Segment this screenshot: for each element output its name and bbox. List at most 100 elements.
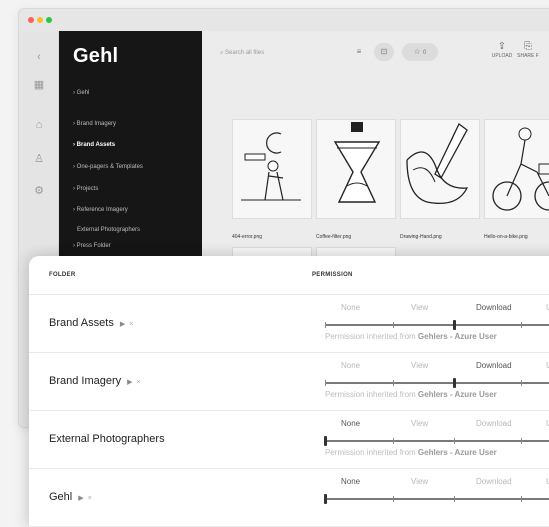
sidebar-item-gehl[interactable]: › Gehl bbox=[73, 90, 89, 96]
permission-level-none[interactable]: None bbox=[341, 419, 360, 428]
zoom-window-button[interactable] bbox=[46, 17, 52, 23]
permission-level-view[interactable]: View bbox=[411, 419, 428, 428]
permission-level-download[interactable]: Download bbox=[476, 419, 512, 428]
expand-arrow-icon[interactable]: ▶ bbox=[78, 495, 83, 502]
remove-icon[interactable]: × bbox=[129, 321, 133, 328]
share-button[interactable]: ⎘ SHARE F bbox=[516, 41, 540, 59]
remove-icon[interactable]: × bbox=[88, 495, 92, 502]
slider-tick bbox=[454, 438, 455, 444]
upload-icon: ⇪ bbox=[497, 41, 507, 52]
close-window-button[interactable] bbox=[28, 17, 34, 23]
permission-slider[interactable] bbox=[325, 320, 549, 330]
slider-tick bbox=[325, 322, 326, 328]
inherited-permission-note: Permission inherited from Gehlers - Azur… bbox=[325, 332, 497, 341]
slider-tick bbox=[521, 380, 522, 386]
table-row: External Photographers None View Download Up… bbox=[29, 411, 549, 469]
table-row: Brand Imagery▶×NoneViewDownloadUploadPer… bbox=[29, 353, 549, 411]
sidebar-item-projects[interactable]: › Projects bbox=[73, 186, 98, 192]
permission-column-header: PERMISSION bbox=[312, 272, 353, 278]
folder-name[interactable]: Gehl ▶ × bbox=[49, 491, 92, 503]
file-name: Coffee-filter.png bbox=[316, 234, 352, 240]
favorites-button[interactable]: ☆ 0 bbox=[402, 43, 438, 61]
file-thumbnail[interactable] bbox=[316, 119, 396, 219]
inherited-permission-note: Permission inherited from Gehlers - Azur… bbox=[325, 448, 497, 457]
remove-icon[interactable]: × bbox=[137, 379, 141, 386]
folder-column-header: FOLDER bbox=[49, 272, 76, 278]
user-icon[interactable]: ♙ bbox=[33, 153, 45, 165]
permission-level-view[interactable]: View bbox=[411, 477, 428, 486]
expand-arrow-icon[interactable]: ▶ bbox=[127, 379, 132, 386]
grid-icon[interactable]: ▦ bbox=[33, 79, 45, 91]
permission-slider[interactable] bbox=[325, 378, 549, 388]
permission-level-labels: NoneViewDownloadUpload bbox=[312, 477, 549, 489]
permission-level-download[interactable]: Download bbox=[476, 477, 512, 486]
sidebar-item-external-photographers[interactable]: External Photographers bbox=[77, 227, 140, 233]
permission-level-download[interactable]: Download bbox=[476, 361, 512, 370]
slider-tick bbox=[393, 496, 394, 502]
screenshot: ‹ ▦ ⌂ ♙ ⚙ Gehl › Gehl › Brand Imagery › … bbox=[0, 0, 549, 527]
folder-name[interactable]: External Photographers bbox=[49, 433, 165, 445]
upload-button[interactable]: ⇪ UPLOAD bbox=[490, 41, 514, 59]
collapse-icon[interactable]: ‹ bbox=[33, 51, 45, 63]
sidebar-item-brand-imagery[interactable]: › Brand Imagery bbox=[73, 121, 116, 127]
permission-level-view[interactable]: View bbox=[411, 361, 428, 370]
folder-name[interactable]: Brand Assets ▶ × bbox=[49, 317, 133, 329]
file-name: 404-error.png bbox=[232, 234, 263, 240]
permission-level-view[interactable]: View bbox=[411, 303, 428, 312]
sort-icon[interactable]: ≡ bbox=[352, 43, 366, 61]
folder-label: Brand Imagery bbox=[49, 375, 122, 387]
title-bar bbox=[19, 9, 549, 31]
home-icon[interactable]: ⌂ bbox=[33, 119, 45, 131]
slider-tick bbox=[393, 322, 394, 328]
slider-handle[interactable] bbox=[324, 494, 327, 504]
illustration-coffee-filter bbox=[333, 122, 381, 203]
gear-icon[interactable]: ⚙ bbox=[33, 185, 45, 197]
sidebar-item-one-pagers[interactable]: › One-pagers & Templates bbox=[73, 164, 143, 170]
share-icon: ⎘ bbox=[524, 41, 532, 52]
slider-tick bbox=[393, 438, 394, 444]
folder-label: Gehl bbox=[49, 491, 73, 503]
file-name: Drawing-Hand.png bbox=[400, 234, 442, 240]
illustration-telescope bbox=[241, 132, 301, 201]
permission-level-labels: NoneViewDownloadUpload bbox=[312, 361, 549, 373]
table-header: FOLDER PERMISSION bbox=[29, 256, 549, 295]
folder-label: Brand Assets bbox=[49, 317, 114, 329]
file-thumbnail[interactable] bbox=[232, 119, 312, 219]
permission-level-download[interactable]: Download bbox=[476, 303, 512, 312]
folder-name[interactable]: Brand Imagery ▶ × bbox=[49, 375, 141, 387]
slider-tick bbox=[521, 496, 522, 502]
folder-label: External Photographers bbox=[49, 433, 165, 445]
slider-tick bbox=[521, 322, 522, 328]
inherited-permission-note: Permission inherited from Gehlers - Azur… bbox=[325, 390, 497, 399]
illustration-bike bbox=[492, 127, 549, 211]
file-thumbnail[interactable] bbox=[484, 119, 549, 219]
permission-level-none[interactable]: None bbox=[341, 361, 360, 370]
slider-handle[interactable] bbox=[324, 436, 327, 446]
permission-level-labels: NoneViewDownloadUpload bbox=[312, 419, 549, 431]
sidebar-item-brand-assets[interactable]: › Brand Assets bbox=[73, 142, 115, 148]
select-icon[interactable]: ⊡ bbox=[374, 43, 394, 61]
permission-slider[interactable] bbox=[324, 436, 549, 446]
illustration-drawing-hand bbox=[406, 123, 469, 205]
file-thumbnail[interactable] bbox=[400, 119, 480, 219]
sidebar-item-reference-imagery[interactable]: › Reference Imagery bbox=[73, 207, 128, 213]
table-row: Brand Assets▶×NoneViewDownloadUploadPerm… bbox=[29, 295, 549, 353]
brand-title: Gehl bbox=[73, 45, 119, 67]
permissions-panel: FOLDER PERMISSION Brand Assets ▶ × None View… bbox=[29, 256, 549, 527]
sidebar-item-press-folder[interactable]: › Press Folder bbox=[73, 243, 111, 249]
expand-arrow-icon[interactable]: ▶ bbox=[120, 321, 125, 328]
permission-level-none[interactable]: None bbox=[341, 303, 360, 312]
slider-tick bbox=[393, 380, 394, 386]
search-input[interactable]: ⌕ Search all files bbox=[220, 44, 360, 62]
permission-level-labels: NoneViewDownloadUpload bbox=[312, 303, 549, 315]
slider-tick bbox=[454, 496, 455, 502]
search-icon: ⌕ bbox=[220, 50, 224, 56]
permission-level-none[interactable]: None bbox=[341, 477, 360, 486]
permission-slider[interactable] bbox=[324, 494, 549, 504]
slider-handle[interactable] bbox=[453, 378, 456, 388]
minimize-window-button[interactable] bbox=[37, 17, 43, 23]
slider-handle[interactable] bbox=[453, 320, 456, 330]
star-icon: ☆ bbox=[413, 47, 421, 56]
table-row: Gehl▶×NoneViewDownloadUpload bbox=[29, 469, 549, 527]
file-name: Hello-on-a-bike.png bbox=[484, 234, 528, 240]
